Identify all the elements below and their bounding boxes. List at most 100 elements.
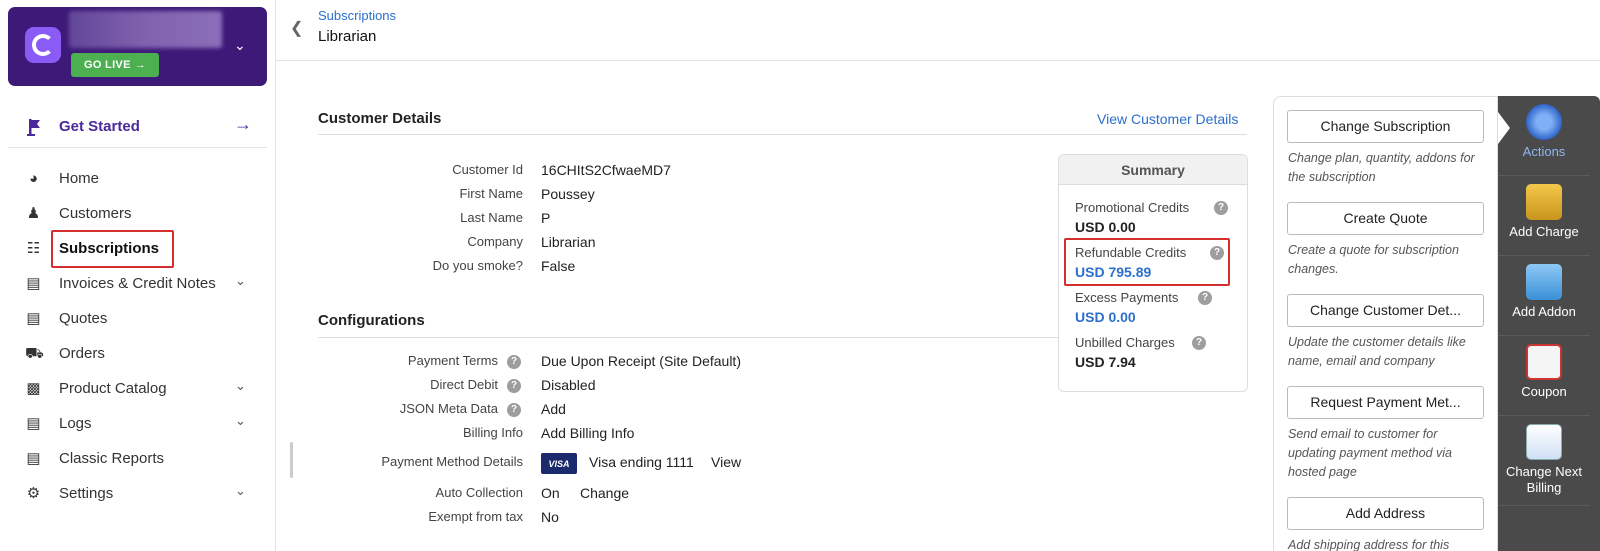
payment-terms-label: Payment Terms [407,353,498,368]
smoke-value: False [541,258,576,274]
help-icon[interactable]: ? [1198,291,1212,305]
clipboard-icon: ▤ [26,415,41,432]
sidebar-item-classic-reports[interactable]: ▤ Classic Reports [8,442,267,476]
resize-handle[interactable] [290,442,293,478]
unbilled-charges-label: Unbilled Charges [1075,335,1175,350]
sidebar-item-label: Invoices & Credit Notes [59,275,216,292]
help-icon[interactable]: ? [1214,201,1228,215]
help-icon[interactable]: ? [507,403,521,417]
excess-payments-label: Excess Payments [1075,290,1179,305]
cube-icon [1526,264,1562,300]
action-description: Add shipping address for this [1288,538,1450,551]
sidebar-item-label: Quotes [59,310,108,327]
sidebar-item-customers[interactable]: ♟ Customers [8,197,267,231]
smoke-label: Do you smoke? [432,258,523,273]
action-description: Create a quote for subscription changes. [1288,243,1459,276]
sidebar-item-label: Settings [59,485,114,502]
coins-icon [1526,184,1562,220]
sidebar-item-label: Logs [59,415,92,432]
first-name-label: First Name [459,186,523,201]
chevron-down-icon[interactable]: ⌄ [234,37,246,54]
view-payment-method-link[interactable]: View [711,454,741,470]
calendar-clock-icon: ☷ [26,240,41,257]
view-customer-details-link[interactable]: View Customer Details [1097,111,1238,127]
sidebar-item-product-catalog[interactable]: ▩ Product Catalog ⌄ [8,372,267,406]
action-description: Update the customer details like name, e… [1288,335,1466,368]
page-header: ❮ Subscriptions Librarian [276,0,1600,61]
help-icon[interactable]: ? [1192,336,1206,350]
card-brand: VISA [548,458,570,469]
active-pointer [1498,112,1510,144]
configurations-title: Configurations [318,312,425,329]
sidebar-item-home[interactable]: ◕ Home [8,162,267,196]
visa-card-icon: VISA [541,453,577,474]
divider [318,134,1247,135]
change-subscription-button[interactable]: Change Subscription [1287,110,1484,143]
excess-payments-value[interactable]: USD 0.00 [1075,309,1136,325]
flag-icon [27,119,40,136]
create-quote-button[interactable]: Create Quote [1287,202,1484,235]
direct-debit-value: Disabled [541,377,596,393]
chevron-down-icon: ⌄ [235,273,246,288]
customer-details-title: Customer Details [318,110,442,127]
get-started-label: Get Started [59,118,140,135]
chargebee-logo-icon [25,27,61,63]
promotional-credits-value: USD 0.00 [1075,219,1136,235]
invoice-icon: ▤ [26,275,41,292]
site-switcher[interactable]: GO LIVE → ⌄ [8,7,267,86]
json-meta-add-link[interactable]: Add [541,401,566,417]
sidebar-item-invoices[interactable]: ▤ Invoices & Credit Notes ⌄ [8,267,267,301]
breadcrumb[interactable]: Subscriptions [318,8,396,23]
actions-panel: Change Subscription Change plan, quantit… [1273,96,1498,551]
add-address-button[interactable]: Add Address [1287,497,1484,530]
summary-title: Summary [1059,155,1247,185]
change-auto-collection-link[interactable]: Change [580,485,629,501]
auto-collection-label: Auto Collection [435,485,523,500]
exempt-tax-value: No [541,509,559,525]
gear-icon: ⚙ [26,485,41,502]
strip-add-charge[interactable]: Add Charge [1498,176,1590,256]
json-meta-label: JSON Meta Data [399,401,498,416]
first-name-value: Poussey [541,186,595,202]
highlight-box [1064,238,1230,286]
payment-method-label: Payment Method Details [381,454,523,469]
payment-terms-value: Due Upon Receipt (Site Default) [541,353,741,369]
last-name-label: Last Name [460,210,523,225]
sidebar-item-settings[interactable]: ⚙ Settings ⌄ [8,477,267,511]
exempt-tax-label: Exempt from tax [428,509,523,524]
sidebar-item-quotes[interactable]: ▤ Quotes [8,302,267,336]
help-icon[interactable]: ? [507,379,521,393]
strip-label: Add Charge [1509,224,1579,239]
get-started-link[interactable]: Get Started → [8,108,267,148]
payment-method-value: Visa ending 1111 [589,454,694,470]
actions-icon-strip: Actions Add Charge Add Addon Coupon Chan… [1498,96,1600,551]
chevron-down-icon: ⌄ [235,483,246,498]
users-icon: ♟ [26,205,41,222]
last-name-value: P [541,210,551,226]
back-chevron-icon[interactable]: ❮ [290,18,303,38]
customer-id-label: Customer Id [452,162,523,177]
action-description: Send email to customer for updating paym… [1288,427,1452,479]
change-customer-details-button[interactable]: Change Customer Det... [1287,294,1484,327]
company-value: Librarian [541,234,596,250]
strip-add-addon[interactable]: Add Addon [1498,256,1590,336]
strip-coupon[interactable]: Coupon [1498,336,1590,416]
help-icon[interactable]: ? [507,355,521,369]
strip-label: Coupon [1521,384,1567,399]
request-payment-method-button[interactable]: Request Payment Met... [1287,386,1484,419]
direct-debit-label: Direct Debit [430,377,498,392]
go-live-label: GO LIVE [83,59,131,71]
divider [318,337,1058,338]
sidebar: GO LIVE → ⌄ Get Started → ◕ Home ♟ Custo… [0,0,276,551]
go-live-button[interactable]: GO LIVE → [71,53,159,77]
calendar-icon [1526,424,1562,460]
strip-change-next-billing[interactable]: Change Next Billing [1498,416,1590,506]
highlight-box [51,230,174,268]
sidebar-item-logs[interactable]: ▤ Logs ⌄ [8,407,267,441]
action-description: Change plan, quantity, addons for the su… [1288,151,1475,184]
sidebar-item-label: Orders [59,345,105,362]
strip-actions[interactable]: Actions [1498,96,1590,176]
add-billing-info-link[interactable]: Add Billing Info [541,425,634,441]
sidebar-item-orders[interactable]: ⛟ Orders [8,337,267,371]
sidebar-item-label: Product Catalog [59,380,167,397]
